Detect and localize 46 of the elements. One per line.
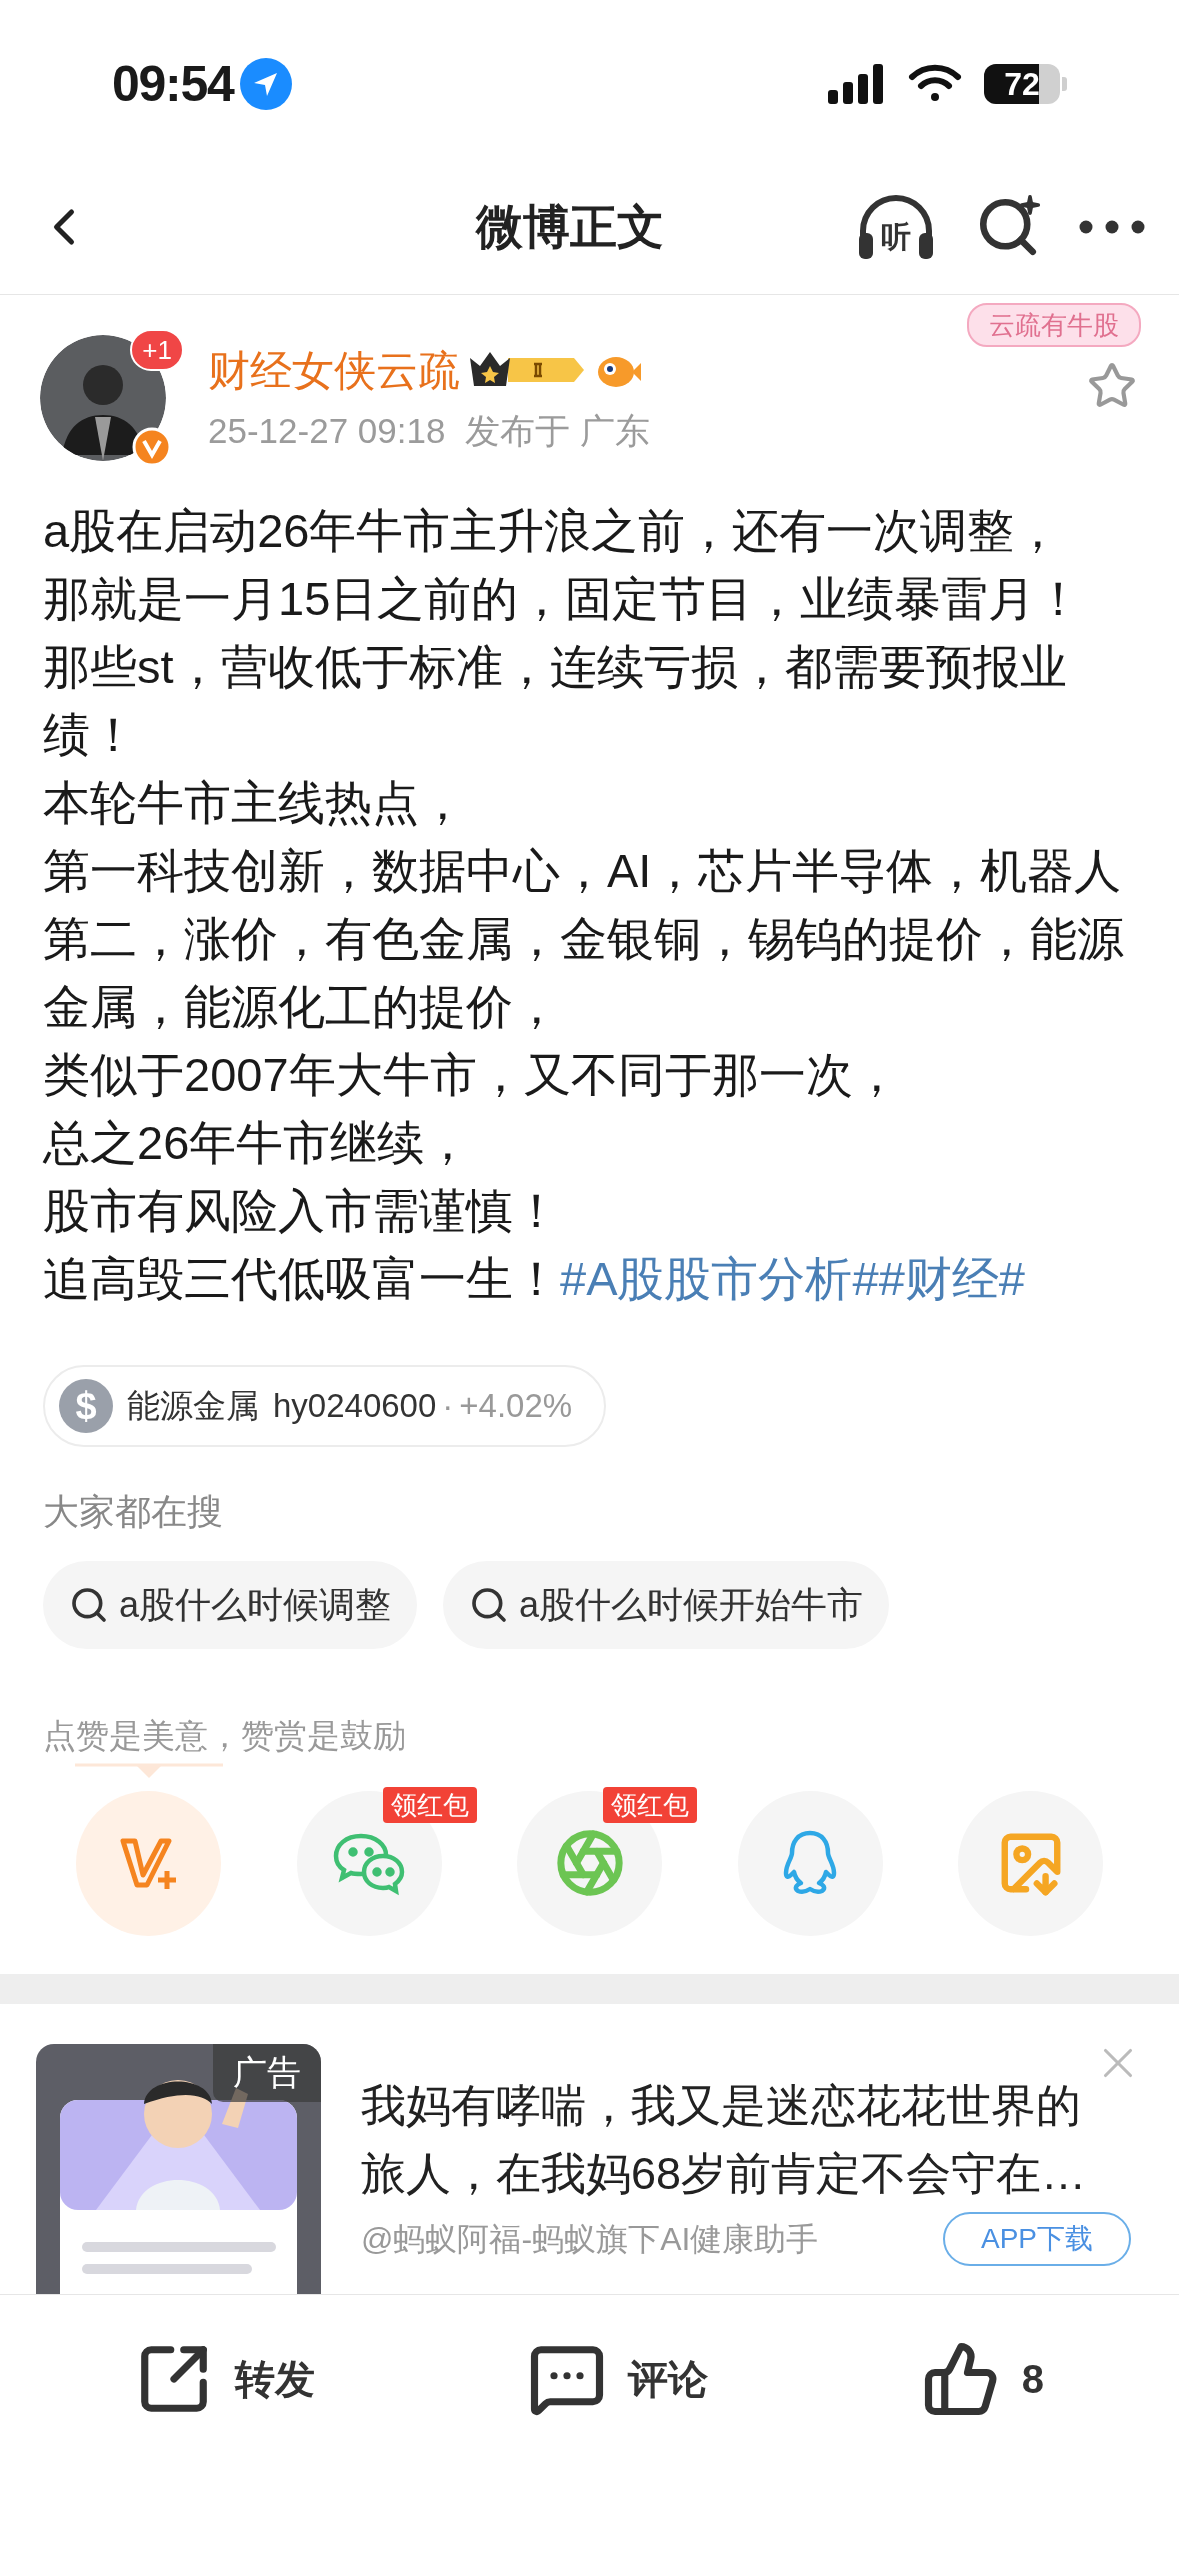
post-time: 25-12-27 09:18 bbox=[208, 410, 446, 452]
listen-button[interactable]: 听 bbox=[855, 189, 937, 265]
dollar-icon: $ bbox=[59, 1379, 113, 1433]
stock-name: 能源金属 bbox=[127, 1386, 259, 1427]
page-title: 微博正文 bbox=[475, 198, 664, 255]
post-paragraph: 本轮牛市主线热点， bbox=[43, 775, 467, 831]
aperture-icon bbox=[554, 1828, 625, 1898]
topic-link[interactable]: #A股股市分析# bbox=[560, 1252, 879, 1305]
post-paragraph: 那就是一月15日之前的，固定节目，业绩暴雷月！ bbox=[43, 571, 1084, 627]
topic-link[interactable]: #财经# bbox=[878, 1252, 1025, 1305]
search-suggestion[interactable]: a股什么时候调整 bbox=[43, 1561, 418, 1649]
search-icon bbox=[69, 1585, 109, 1625]
more-button[interactable] bbox=[1079, 220, 1145, 234]
reward-badge: 领红包 bbox=[603, 1786, 697, 1823]
verified-icon bbox=[132, 427, 172, 467]
reward-badge: 领红包 bbox=[382, 1786, 477, 1823]
stock-code: hy0240600 bbox=[273, 1386, 437, 1427]
stock-separator: · bbox=[442, 1386, 454, 1427]
post-paragraph: 类似于2007年大牛市，又不同于那一次， bbox=[43, 1047, 901, 1103]
post-paragraph: 那些st，营收低于标准，连续亏损，都需要预报业绩！ bbox=[43, 639, 1068, 763]
ad-source: @蚂蚁阿福-蚂蚁旗下AI健康助手 bbox=[361, 2219, 819, 2259]
post-paragraph: 追高毁三代低吸富一生！#A股股市分析##财经# bbox=[43, 1251, 1026, 1307]
repost-button[interactable]: 转发 bbox=[135, 2339, 315, 2418]
post-location: 发布于 广东 bbox=[465, 410, 651, 452]
post-paragraph: a股在启动26年牛市主升浪之前，还有一次调整， bbox=[43, 503, 1063, 559]
more-icon bbox=[1079, 220, 1145, 234]
sparkle-icon bbox=[1019, 194, 1041, 216]
search-suggestion[interactable]: a股什么时候开始牛市 bbox=[443, 1561, 890, 1649]
notification-badge: +1 bbox=[130, 329, 184, 371]
stock-change: +4.02% bbox=[459, 1386, 573, 1427]
section-title: 大家都在搜 bbox=[43, 1491, 223, 1532]
signal-icon bbox=[828, 64, 886, 104]
post-paragraph: 第二，涨价，有色金属，金银铜，锡钨的提价，能源金属，能源化工的提价， bbox=[43, 911, 1125, 1035]
ad-text[interactable]: 我妈有哮喘，我又是迷恋花花世界的旅人，在我妈68岁前肯定不会守在… bbox=[361, 2071, 1101, 2208]
status-time: 09:54 bbox=[112, 54, 234, 114]
post-paragraph: 第一科技创新，数据中心，AI，芯片半导体，机器人 bbox=[43, 843, 1123, 899]
stock-chip[interactable]: $ 能源金属 hy0240600 · +4.02% bbox=[43, 1365, 607, 1447]
post-paragraph: 总之26年牛市继续， bbox=[43, 1115, 473, 1171]
post-paragraph: 股市有风险入市需谨慎！ bbox=[43, 1183, 561, 1239]
ad-label: 广告 bbox=[213, 2043, 321, 2102]
like-button[interactable]: 8 bbox=[921, 2339, 1044, 2418]
sticker: 云疏有牛股 bbox=[967, 303, 1141, 347]
comment-button[interactable]: 评论 bbox=[528, 2339, 709, 2418]
wifi-icon bbox=[908, 64, 962, 104]
reward-caption: 点赞是美意，赞赏是鼓励 bbox=[43, 1717, 406, 1754]
battery-indicator: 72 bbox=[984, 64, 1067, 104]
